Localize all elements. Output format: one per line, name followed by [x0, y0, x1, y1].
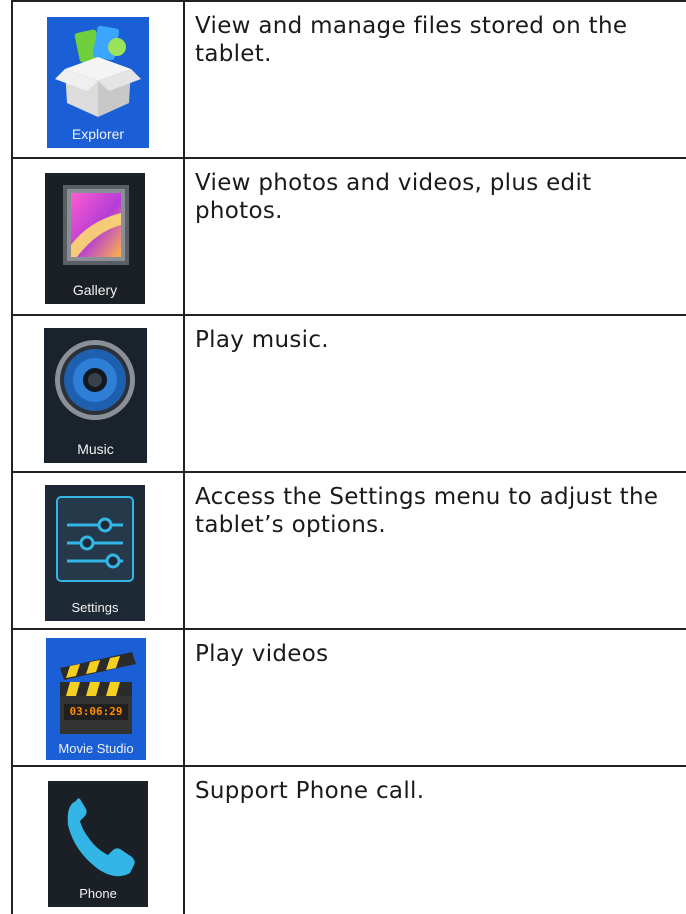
icon-cell: 03:06:29 Movie Studio — [13, 630, 183, 760]
gallery-icon: Gallery — [45, 173, 145, 304]
explorer-caption: Explorer — [71, 126, 125, 142]
icon-cell: Settings — [13, 473, 183, 628]
icon-cell: Explorer — [13, 2, 183, 157]
icon-cell: Music — [13, 316, 183, 471]
movie-studio-description: Play videos — [195, 641, 329, 667]
phone-icon: Phone — [48, 781, 148, 907]
table-row-explorer: Explorer View and manage files stored on… — [11, 2, 686, 157]
table-row-movie-studio: 03:06:29 Movie Studio Play videos — [11, 630, 686, 760]
movie-studio-icon: 03:06:29 Movie Studio — [46, 638, 146, 760]
table-row-gallery: Gallery View photos and videos, plus edi… — [11, 159, 686, 314]
settings-icon: Settings — [45, 485, 145, 621]
table-row-music: Music Play music. — [11, 316, 686, 471]
table-row-settings: Settings Access the Settings menu to adj… — [11, 473, 686, 628]
movie-studio-counter: 03:06:29 — [69, 705, 123, 718]
gallery-description: View photos and videos, plus edit photos… — [195, 170, 592, 224]
icon-cell: Phone — [13, 767, 183, 914]
settings-description: Access the Settings menu to adjust the t… — [195, 484, 659, 538]
movie-studio-caption: Movie Studio — [58, 741, 134, 756]
gallery-caption: Gallery — [72, 282, 118, 298]
app-table: Explorer View and manage files stored on… — [11, 0, 686, 914]
phone-caption: Phone — [79, 886, 117, 901]
music-description: Play music. — [195, 327, 329, 353]
table-row-phone: Phone Support Phone call. — [11, 767, 686, 914]
settings-caption: Settings — [71, 600, 119, 615]
explorer-icon: Explorer — [47, 17, 149, 148]
phone-description: Support Phone call. — [195, 778, 425, 804]
explorer-description: View and manage files stored on the tabl… — [195, 13, 628, 67]
icon-cell: Gallery — [13, 159, 183, 314]
music-caption: Music — [77, 441, 114, 457]
music-icon: Music — [44, 328, 147, 463]
